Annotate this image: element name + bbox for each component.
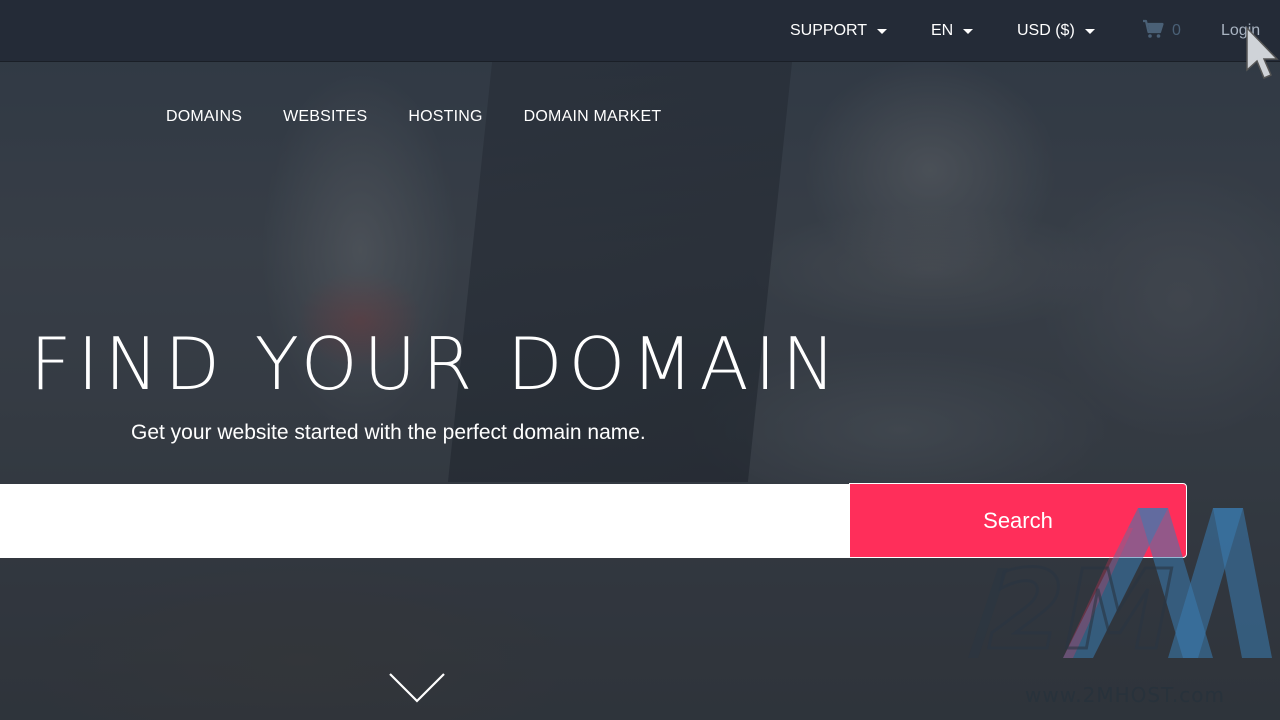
top-bar: SUPPORT EN USD ($) 0 Login (0, 0, 1280, 62)
nav-item-hosting[interactable]: HOSTING (408, 108, 482, 126)
shopping-cart-icon (1142, 19, 1164, 44)
nav-item-domains[interactable]: DOMAINS (166, 108, 242, 126)
watermark-url: www.2MHOST.com (1025, 683, 1225, 707)
support-dropdown[interactable]: SUPPORT (790, 20, 888, 42)
cart-link[interactable]: 0 (1142, 19, 1181, 44)
language-label: EN (931, 22, 954, 39)
nav-item-domain-market[interactable]: DOMAIN MARKET (524, 108, 662, 126)
chevron-down-icon (877, 28, 888, 34)
watermark-logo-text: 2M (988, 546, 1174, 674)
watermark-logo: 2M (968, 508, 1272, 676)
chevron-down-icon (963, 28, 974, 34)
support-label: SUPPORT (790, 22, 868, 39)
currency-dropdown[interactable]: USD ($) (1017, 20, 1095, 42)
nav-item-websites[interactable]: WEBSITES (283, 108, 367, 126)
mouse-cursor-icon (1246, 26, 1279, 79)
domain-search-input[interactable] (0, 484, 850, 558)
main-nav: DOMAINS WEBSITES HOSTING DOMAIN MARKET (166, 108, 702, 126)
hero-title: FIND YOUR DOMAIN (30, 322, 842, 406)
hero-subtitle: Get your website started with the perfec… (131, 421, 646, 444)
currency-label: USD ($) (1017, 22, 1075, 39)
chevron-down-icon[interactable] (388, 670, 446, 706)
language-dropdown[interactable]: EN (931, 20, 974, 42)
chevron-down-icon (1084, 28, 1095, 34)
cart-count: 0 (1172, 22, 1181, 39)
